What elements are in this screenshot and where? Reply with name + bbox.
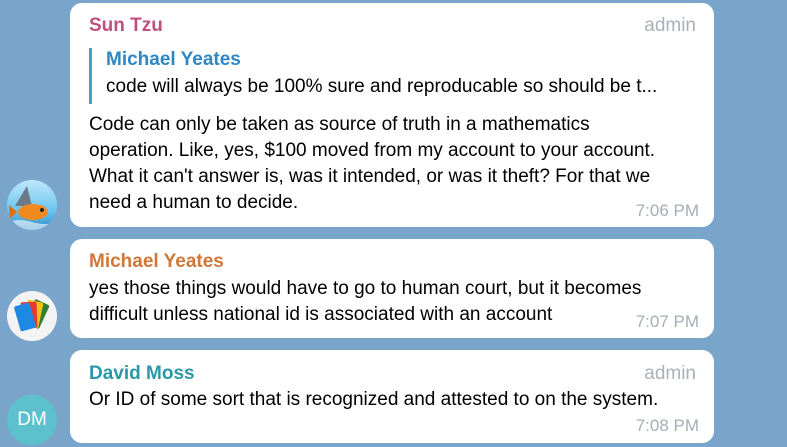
message-time: 7:08 PM [635,416,699,435]
message-line: yes those things would have to go to hum… [89,278,642,299]
message-line: difficult unless national id is associat… [89,304,553,325]
message-line: What it can't answer is, was it intended… [89,166,651,187]
sender-name[interactable]: Sun Tzu [89,15,163,37]
sender-name[interactable]: Michael Yeates [89,251,224,273]
message-line: Or ID of some sort that is recognized an… [89,389,659,410]
message-text: yes those things would have to go to hum… [89,276,700,328]
admin-badge: admin [644,363,696,384]
reply-quote[interactable]: Michael Yeates code will always be 100% … [89,48,694,104]
avatar-initials[interactable]: DM [7,395,57,445]
message-text: Code can only be taken as source of trut… [89,112,700,216]
colorful-cards-avatar-icon[interactable] [7,291,57,341]
admin-badge: admin [644,15,696,36]
message-bubble[interactable]: Michael Yeates yes those things would ha… [70,239,714,338]
message-time: 7:06 PM [635,201,699,220]
quote-sender: Michael Yeates [106,49,241,70]
message-line: Code can only be taken as source of trut… [89,114,590,135]
sender-name[interactable]: David Moss [89,363,195,385]
message-line: need a human to decide. [89,192,299,213]
message-time: 7:07 PM [635,312,699,331]
message-bubble[interactable]: Sun Tzu admin Michael Yeates code will a… [70,3,714,227]
message-line: operation. Like, yes, $100 moved from my… [89,140,656,161]
quote-text: code will always be 100% sure and reprod… [106,76,658,97]
message-bubble[interactable]: David Moss admin Or ID of some sort that… [70,350,714,443]
shark-fish-avatar-icon[interactable] [7,180,57,230]
message-text: Or ID of some sort that is recognized an… [89,387,700,413]
